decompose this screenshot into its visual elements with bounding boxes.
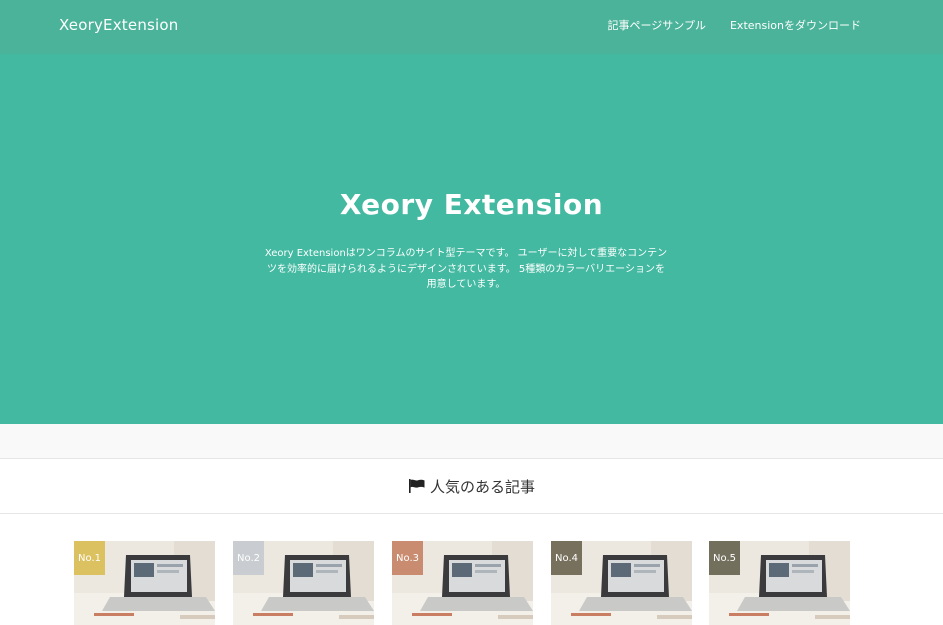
rank-badge: No.5 (709, 541, 740, 575)
flag-icon (408, 479, 425, 493)
rank-badge: No.3 (392, 541, 423, 575)
popular-posts-title: 人気のある記事 (429, 477, 535, 496)
global-nav: 記事ページサンプル Extensionをダウンロード (608, 17, 861, 33)
hero-description-line: ツを効率的に届けられるようにデザインされています。 5種類のカラーバリエーション… (267, 263, 665, 275)
rank-badge: No.1 (74, 541, 105, 575)
rank-badge: No.2 (233, 541, 264, 575)
rank-badge: No.4 (551, 541, 582, 575)
nav-link-article-sample[interactable]: 記事ページサンプル (608, 17, 706, 33)
popular-post-card[interactable]: No.2 (233, 541, 374, 625)
popular-post-card[interactable]: No.4 (551, 541, 692, 625)
hero-description-line: Xeory Extensionはワンコラムのサイト型テーマです。 ユーザーに対し… (264, 248, 668, 259)
hero-section: Xeory Extension Xeory Extensionはワンコラムのサイ… (0, 54, 943, 424)
popular-post-card[interactable]: No.3 (392, 541, 533, 625)
site-title-link[interactable]: XeoryExtension (59, 16, 179, 34)
nav-link-download[interactable]: Extensionをダウンロード (730, 17, 861, 33)
popular-post-card[interactable]: No.5 (709, 541, 850, 625)
site-header: XeoryExtension 記事ページサンプル Extensionをダウンロー… (0, 0, 943, 54)
popular-post-card[interactable]: No.1 (74, 541, 215, 625)
hero-title: Xeory Extension (339, 188, 604, 221)
hero-description: Xeory Extensionはワンコラムのサイト型テーマです。 ユーザーに対し… (246, 246, 686, 293)
hero-description-line: 用意しています。 (426, 279, 506, 290)
section-divider-band (0, 424, 943, 459)
popular-posts-header: 人気のある記事 (0, 459, 943, 514)
